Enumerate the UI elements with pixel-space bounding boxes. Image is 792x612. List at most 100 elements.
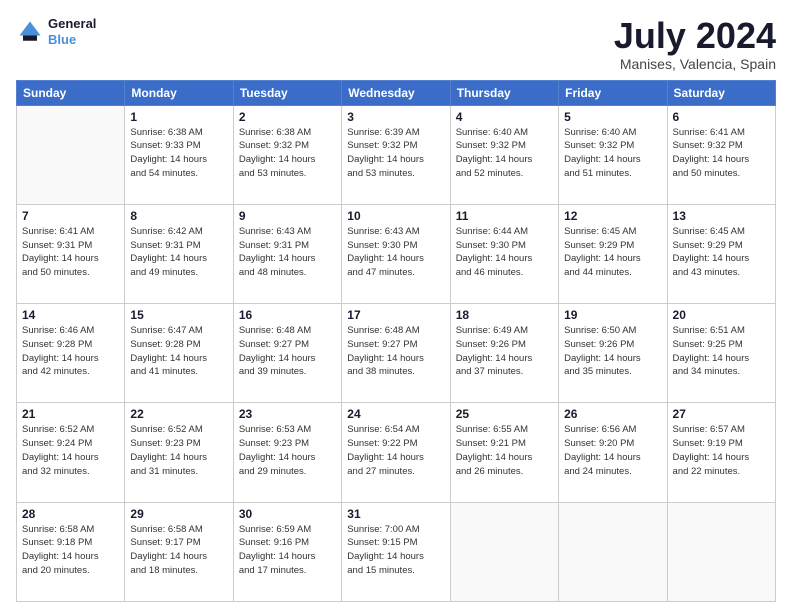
day-info: Sunrise: 6:51 AM Sunset: 9:25 PM Dayligh… (673, 324, 770, 379)
table-row (450, 502, 558, 601)
calendar-week-row: 7 Sunrise: 6:41 AM Sunset: 9:31 PM Daylig… (17, 204, 776, 303)
calendar-week-row: 21Sunrise: 6:52 AM Sunset: 9:24 PM Dayli… (17, 403, 776, 502)
table-row: 13 Sunrise: 6:45 AM Sunset: 9:29 PM Dayli… (667, 204, 775, 303)
day-number: 15 (130, 308, 227, 322)
day-number: 12 (564, 209, 661, 223)
day-info: Sunrise: 6:54 AM Sunset: 9:22 PM Dayligh… (347, 423, 444, 478)
day-info: Sunrise: 6:55 AM Sunset: 9:21 PM Dayligh… (456, 423, 553, 478)
day-info: Sunrise: 6:57 AM Sunset: 9:19 PM Dayligh… (673, 423, 770, 478)
day-number: 16 (239, 308, 336, 322)
day-info: Sunrise: 6:41 AM Sunset: 9:32 PM Dayligh… (673, 126, 770, 181)
table-row: 27 Sunrise: 6:57 AM Sunset: 9:19 PM Dayli… (667, 403, 775, 502)
day-info: Sunrise: 6:40 AM Sunset: 9:32 PM Dayligh… (564, 126, 661, 181)
day-number: 29 (130, 507, 227, 521)
day-info: Sunrise: 6:45 AM Sunset: 9:29 PM Dayligh… (673, 225, 770, 280)
day-number: 11 (456, 209, 553, 223)
day-number: 5 (564, 110, 661, 124)
day-info: Sunrise: 6:58 AM Sunset: 9:17 PM Dayligh… (130, 523, 227, 578)
table-row: 19 Sunrise: 6:50 AM Sunset: 9:26 PM Dayli… (559, 304, 667, 403)
table-row: 14 Sunrise: 6:46 AM Sunset: 9:28 PM Dayli… (17, 304, 125, 403)
col-wednesday: Wednesday (342, 80, 450, 105)
day-info: Sunrise: 6:43 AM Sunset: 9:31 PM Dayligh… (239, 225, 336, 280)
table-row: 29 Sunrise: 6:58 AM Sunset: 9:17 PM Dayli… (125, 502, 233, 601)
day-number: 7 (22, 209, 119, 223)
day-number: 14 (22, 308, 119, 322)
day-number: 2 (239, 110, 336, 124)
day-info: Sunrise: 6:43 AM Sunset: 9:30 PM Dayligh… (347, 225, 444, 280)
day-number: 25 (456, 407, 553, 421)
day-info: Sunrise: 6:38 AM Sunset: 9:32 PM Dayligh… (239, 126, 336, 181)
day-info: Sunrise: 6:44 AM Sunset: 9:30 PM Dayligh… (456, 225, 553, 280)
day-number: 10 (347, 209, 444, 223)
subtitle: Manises, Valencia, Spain (614, 56, 776, 72)
page: General Blue July 2024 Manises, Valencia… (0, 0, 792, 612)
table-row: 18Sunrise: 6:49 AM Sunset: 9:26 PM Dayli… (450, 304, 558, 403)
day-number: 20 (673, 308, 770, 322)
day-number: 27 (673, 407, 770, 421)
day-number: 21 (22, 407, 119, 421)
calendar-header-row: Sunday Monday Tuesday Wednesday Thursday… (17, 80, 776, 105)
day-info: Sunrise: 6:40 AM Sunset: 9:32 PM Dayligh… (456, 126, 553, 181)
day-number: 9 (239, 209, 336, 223)
table-row: 3 Sunrise: 6:39 AM Sunset: 9:32 PM Daylig… (342, 105, 450, 204)
day-info: Sunrise: 6:38 AM Sunset: 9:33 PM Dayligh… (130, 126, 227, 181)
calendar-week-row: 14 Sunrise: 6:46 AM Sunset: 9:28 PM Dayli… (17, 304, 776, 403)
table-row: 7 Sunrise: 6:41 AM Sunset: 9:31 PM Daylig… (17, 204, 125, 303)
day-number: 3 (347, 110, 444, 124)
day-info: Sunrise: 6:58 AM Sunset: 9:18 PM Dayligh… (22, 523, 119, 578)
day-info: Sunrise: 6:59 AM Sunset: 9:16 PM Dayligh… (239, 523, 336, 578)
day-info: Sunrise: 6:53 AM Sunset: 9:23 PM Dayligh… (239, 423, 336, 478)
table-row: 6Sunrise: 6:41 AM Sunset: 9:32 PM Daylig… (667, 105, 775, 204)
table-row: 20 Sunrise: 6:51 AM Sunset: 9:25 PM Dayli… (667, 304, 775, 403)
table-row: 8Sunrise: 6:42 AM Sunset: 9:31 PM Daylig… (125, 204, 233, 303)
col-thursday: Thursday (450, 80, 558, 105)
title-block: July 2024 Manises, Valencia, Spain (614, 16, 776, 72)
day-number: 28 (22, 507, 119, 521)
table-row: 21Sunrise: 6:52 AM Sunset: 9:24 PM Dayli… (17, 403, 125, 502)
table-row: 12Sunrise: 6:45 AM Sunset: 9:29 PM Dayli… (559, 204, 667, 303)
day-number: 24 (347, 407, 444, 421)
day-info: Sunrise: 6:47 AM Sunset: 9:28 PM Dayligh… (130, 324, 227, 379)
day-info: Sunrise: 6:39 AM Sunset: 9:32 PM Dayligh… (347, 126, 444, 181)
table-row: 24 Sunrise: 6:54 AM Sunset: 9:22 PM Dayli… (342, 403, 450, 502)
calendar-week-row: 1 Sunrise: 6:38 AM Sunset: 9:33 PM Daylig… (17, 105, 776, 204)
col-sunday: Sunday (17, 80, 125, 105)
day-number: 19 (564, 308, 661, 322)
table-row (559, 502, 667, 601)
day-number: 30 (239, 507, 336, 521)
col-friday: Friday (559, 80, 667, 105)
day-number: 13 (673, 209, 770, 223)
logo-icon (16, 18, 44, 46)
col-tuesday: Tuesday (233, 80, 341, 105)
main-title: July 2024 (614, 16, 776, 56)
table-row: 22 Sunrise: 6:52 AM Sunset: 9:23 PM Dayli… (125, 403, 233, 502)
table-row: 1 Sunrise: 6:38 AM Sunset: 9:33 PM Daylig… (125, 105, 233, 204)
table-row: 30 Sunrise: 6:59 AM Sunset: 9:16 PM Dayli… (233, 502, 341, 601)
header: General Blue July 2024 Manises, Valencia… (16, 16, 776, 72)
day-info: Sunrise: 6:49 AM Sunset: 9:26 PM Dayligh… (456, 324, 553, 379)
table-row: 2 Sunrise: 6:38 AM Sunset: 9:32 PM Daylig… (233, 105, 341, 204)
day-number: 23 (239, 407, 336, 421)
day-info: Sunrise: 6:48 AM Sunset: 9:27 PM Dayligh… (347, 324, 444, 379)
day-number: 31 (347, 507, 444, 521)
day-number: 22 (130, 407, 227, 421)
day-info: Sunrise: 6:52 AM Sunset: 9:23 PM Dayligh… (130, 423, 227, 478)
table-row: 26Sunrise: 6:56 AM Sunset: 9:20 PM Dayli… (559, 403, 667, 502)
day-number: 4 (456, 110, 553, 124)
col-monday: Monday (125, 80, 233, 105)
day-info: Sunrise: 6:46 AM Sunset: 9:28 PM Dayligh… (22, 324, 119, 379)
table-row (667, 502, 775, 601)
day-info: Sunrise: 7:00 AM Sunset: 9:15 PM Dayligh… (347, 523, 444, 578)
table-row: 4 Sunrise: 6:40 AM Sunset: 9:32 PM Daylig… (450, 105, 558, 204)
table-row: 16Sunrise: 6:48 AM Sunset: 9:27 PM Dayli… (233, 304, 341, 403)
day-info: Sunrise: 6:41 AM Sunset: 9:31 PM Dayligh… (22, 225, 119, 280)
day-number: 26 (564, 407, 661, 421)
table-row: 15 Sunrise: 6:47 AM Sunset: 9:28 PM Dayli… (125, 304, 233, 403)
calendar-table: Sunday Monday Tuesday Wednesday Thursday… (16, 80, 776, 602)
table-row: 17Sunrise: 6:48 AM Sunset: 9:27 PM Dayli… (342, 304, 450, 403)
day-number: 1 (130, 110, 227, 124)
logo-text: General Blue (48, 16, 96, 47)
logo: General Blue (16, 16, 96, 47)
day-info: Sunrise: 6:50 AM Sunset: 9:26 PM Dayligh… (564, 324, 661, 379)
table-row: 5 Sunrise: 6:40 AM Sunset: 9:32 PM Daylig… (559, 105, 667, 204)
